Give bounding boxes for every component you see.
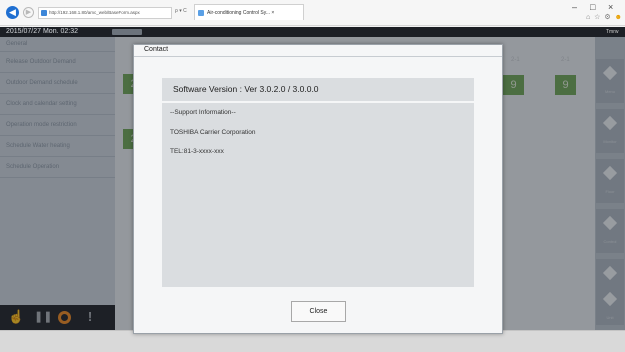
minimize-icon[interactable]: – [572, 2, 577, 12]
close-button[interactable]: Close [291, 301, 346, 322]
dialog-title: Contact [144, 46, 169, 53]
divider [134, 56, 502, 57]
search-refresh-icons[interactable]: ρ ▾ C [175, 8, 187, 14]
contact-dialog: Contact Software Version : Ver 3.0.2.0 /… [133, 44, 503, 334]
address-text: http://192.168.1.80/amc_web/BaseForm.asp… [49, 10, 140, 15]
top-bar-right-label: Tmrw [606, 29, 619, 35]
back-arrow-icon[interactable]: ◀ [6, 6, 19, 19]
maximize-icon[interactable]: □ [590, 2, 595, 12]
company-name: TOSHIBA Carrier Corporation [170, 129, 256, 136]
smiley-icon[interactable]: ☻ [615, 14, 623, 21]
tab-icon [198, 10, 204, 16]
browser-tab[interactable]: Air-conditioning Control Sy... × [194, 4, 304, 20]
window-close-icon[interactable]: × [608, 2, 613, 12]
browser-chrome: ◀ ▶ http://192.168.1.80/amc_web/BaseForm… [0, 0, 625, 26]
page-icon [41, 10, 47, 16]
date-time: 2015/07/27 Mon. 02:32 [6, 28, 79, 35]
address-bar[interactable]: http://192.168.1.80/amc_web/BaseForm.asp… [38, 7, 172, 19]
tab-title: Air-conditioning Control Sy... × [207, 10, 275, 16]
top-bar-button[interactable] [112, 29, 142, 35]
forward-arrow-icon[interactable]: ▶ [23, 7, 34, 18]
version-bar: Software Version : Ver 3.0.2.0 / 3.0.0.0 [162, 78, 474, 101]
support-info-box: --Support Information-- TOSHIBA Carrier … [162, 103, 474, 287]
app-top-bar: 2015/07/27 Mon. 02:32 Tmrw [0, 27, 625, 37]
software-version: Software Version : Ver 3.0.2.0 / 3.0.0.0 [173, 84, 319, 94]
home-star-gear-icons[interactable]: ⌂ ☆ ⚙ ☻ [586, 13, 623, 21]
telephone: TEL:81-3-xxxx-xxx [170, 148, 224, 155]
support-title: --Support Information-- [170, 109, 236, 116]
